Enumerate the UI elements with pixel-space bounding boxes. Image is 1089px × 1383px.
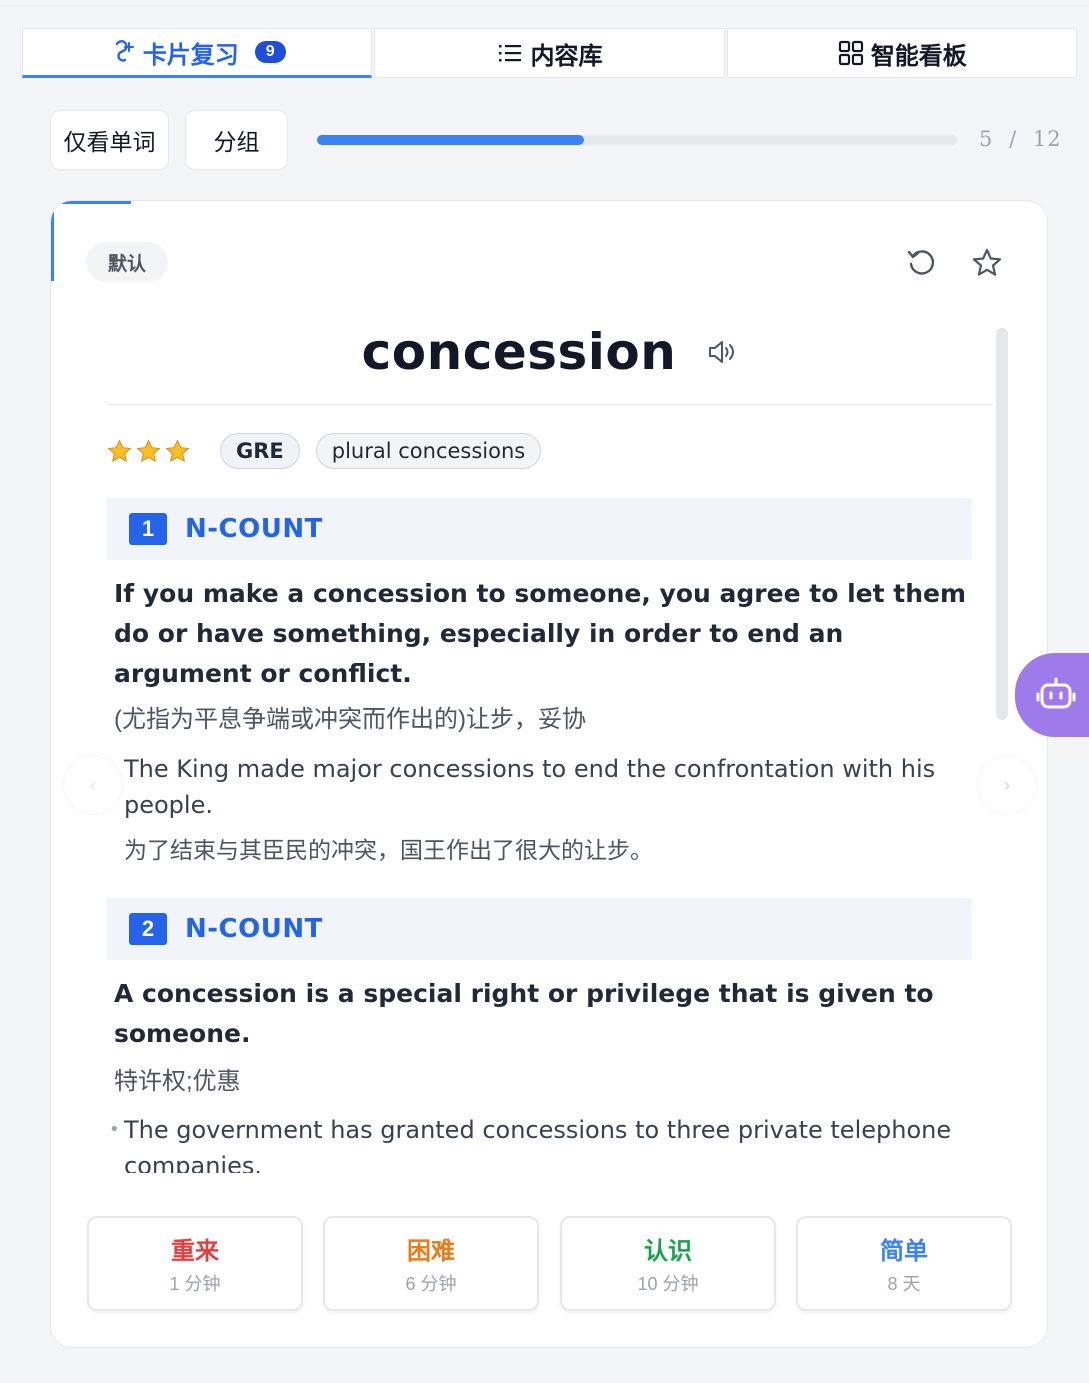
- group-tag: 默认: [86, 242, 169, 282]
- star-outline-icon: [972, 248, 1002, 276]
- rate-title: 重来: [171, 1238, 219, 1265]
- list-icon: [499, 45, 522, 62]
- rate-title: 认识: [644, 1238, 692, 1265]
- example-en: The King made major concessions to end t…: [109, 751, 964, 823]
- top-border: [0, 0, 1089, 6]
- sense-header: 1 N-COUNT: [107, 498, 972, 560]
- previous-card-button[interactable]: ‹: [63, 755, 123, 815]
- rate-good-button[interactable]: 认识 10 分钟: [560, 1216, 776, 1311]
- exam-tag: GRE: [220, 433, 300, 469]
- example-en: The government has granted concessions t…: [109, 1112, 964, 1173]
- tab-smart-dashboard[interactable]: 智能看板: [726, 28, 1077, 78]
- favorite-button[interactable]: [967, 243, 1007, 283]
- star-filled-icon: [136, 439, 161, 462]
- rate-hard-button[interactable]: 困难 6 分钟: [323, 1216, 539, 1311]
- next-card-button[interactable]: ›: [977, 755, 1037, 815]
- rate-again-button[interactable]: 重来 1 分钟: [87, 1216, 303, 1311]
- definition-zh: 特许权;优惠: [114, 1068, 241, 1095]
- divider: [107, 404, 993, 405]
- review-progress-bar: [317, 135, 957, 145]
- part-of-speech: N-COUNT: [185, 514, 323, 544]
- dashboard-icon: [838, 40, 863, 66]
- star-filled-icon: [107, 439, 132, 462]
- progress-fill: [317, 135, 584, 145]
- robot-icon: [1036, 677, 1076, 709]
- card-accent: [51, 201, 131, 204]
- word-heading: concession: [51, 319, 1047, 385]
- word-meta-row: GRE plural concessions: [107, 433, 542, 469]
- flashcard-icon: [115, 40, 134, 62]
- headword: concession: [361, 323, 677, 381]
- tab-card-review[interactable]: 卡片复习 9: [22, 28, 373, 78]
- main-tabs: 卡片复习 9 内容库 智能看板: [22, 28, 1077, 78]
- tab-label: 智能看板: [870, 42, 967, 70]
- example-zh: 为了结束与其臣民的冲突，国王作出了很大的让步。: [124, 837, 653, 863]
- review-count-badge: 9: [254, 41, 286, 63]
- card-accent: [51, 201, 54, 281]
- ai-assistant-button[interactable]: [1015, 653, 1089, 737]
- progress-current: 5: [979, 127, 994, 151]
- rate-easy-button[interactable]: 简单 8 天: [796, 1216, 1012, 1311]
- tab-label: 卡片复习: [142, 41, 239, 69]
- tab-label: 内容库: [530, 42, 603, 70]
- progress-separator: /: [1009, 127, 1018, 151]
- rate-title: 困难: [407, 1238, 455, 1265]
- tab-content-library[interactable]: 内容库: [374, 28, 725, 78]
- rate-interval: 1 分钟: [169, 1274, 221, 1294]
- flashcard: 默认 concession GRE plural concessions 1 N…: [50, 200, 1048, 1348]
- plural-form-tag: plural concessions: [315, 433, 542, 469]
- sense-number: 2: [129, 913, 167, 945]
- scrollbar[interactable]: [996, 328, 1008, 720]
- part-of-speech: N-COUNT: [185, 914, 323, 944]
- undo-button[interactable]: [901, 243, 941, 283]
- rate-title: 简单: [880, 1238, 928, 1265]
- rate-interval: 10 分钟: [637, 1274, 699, 1294]
- rate-interval: 6 分钟: [405, 1274, 457, 1294]
- words-only-button[interactable]: 仅看单词: [50, 110, 169, 170]
- group-button[interactable]: 分组: [185, 110, 288, 170]
- sense-header: 2 N-COUNT: [107, 898, 972, 960]
- progress-counter: 5 / 12: [979, 127, 1062, 151]
- sense-number: 1: [129, 513, 167, 545]
- undo-icon: [907, 250, 935, 275]
- definition-zh: (尤指为平息争端或冲突而作出的)让步，妥协: [114, 706, 586, 733]
- speaker-icon[interactable]: [704, 335, 738, 369]
- definition-en: If you make a concession to someone, you…: [114, 579, 967, 688]
- rate-interval: 8 天: [887, 1274, 921, 1294]
- progress-total: 12: [1032, 127, 1062, 151]
- definition-en: A concession is a special right or privi…: [114, 979, 934, 1048]
- definition-scroll-area[interactable]: GRE plural concessions 1 N-COUNT If you …: [107, 421, 977, 1173]
- star-filled-icon: [165, 439, 190, 462]
